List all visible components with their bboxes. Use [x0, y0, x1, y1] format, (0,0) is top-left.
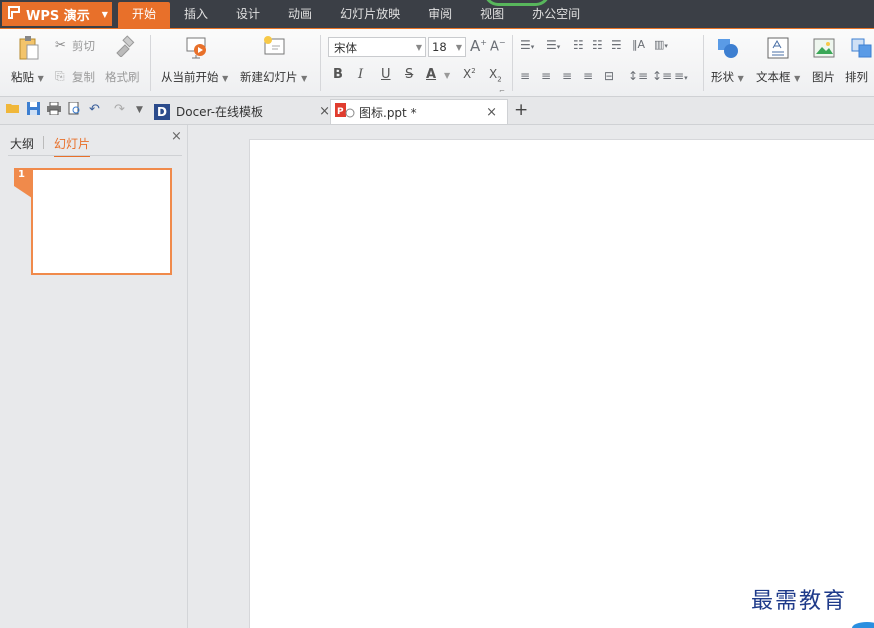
arrange-icon [851, 37, 873, 62]
wps-menu-button[interactable]: WPS 演示 ▼ [2, 2, 112, 26]
save-icon[interactable] [27, 102, 40, 119]
divider [320, 35, 321, 91]
chevron-down-icon[interactable]: ▼ [444, 71, 450, 80]
tab-design[interactable]: 设计 [222, 0, 274, 29]
shape-button[interactable]: 形状 ▼ [711, 69, 744, 85]
close-icon[interactable]: × [486, 105, 497, 120]
chevron-down-icon: ▼ [101, 9, 108, 19]
distribute-icon[interactable]: ⊟ [604, 69, 614, 83]
divider [8, 155, 182, 156]
editor-area [189, 125, 874, 628]
divider [703, 35, 704, 91]
menu-tabs: 开始 插入 设计 动画 幻灯片放映 审阅 视图 办公空间 [118, 0, 594, 29]
divider [512, 35, 513, 91]
tab-view[interactable]: 视图 [466, 0, 518, 29]
align-right-icon[interactable]: ≡ [562, 69, 572, 83]
menu-bar: WPS 演示 ▼ 开始 插入 设计 动画 幻灯片放映 审阅 视图 办公空间 [0, 0, 874, 29]
decorative-corner [852, 622, 874, 628]
svg-text:P: P [337, 107, 344, 117]
justify-icon[interactable]: ≡ [583, 69, 593, 83]
customize-toolbar-icon[interactable]: ▼ [136, 105, 143, 115]
close-panel-icon[interactable]: × [171, 129, 182, 144]
print-icon[interactable] [47, 101, 61, 119]
paste-button[interactable]: 粘贴 ▼ [11, 69, 44, 85]
superscript-icon[interactable]: X2 [463, 67, 476, 81]
scissors-icon: ✂ [55, 38, 66, 53]
format-painter-icon [113, 35, 135, 60]
line-spacing-dropdown-icon[interactable]: ≡▾ [674, 69, 688, 83]
brand-label: WPS 演示 [26, 8, 90, 24]
table-icon[interactable]: ▥▾ [654, 38, 668, 51]
tab-slideshow[interactable]: 幻灯片放映 [326, 0, 414, 29]
tab-docer-templates[interactable]: D Docer-在线模板 × [150, 99, 330, 124]
align-left-icon[interactable]: ≡ [520, 69, 530, 83]
format-painter-button[interactable]: 格式刷 [105, 69, 140, 85]
bold-icon[interactable]: B [333, 67, 343, 82]
picture-button[interactable]: 图片 [812, 69, 835, 85]
textbox-button[interactable]: 文本框 ▼ [756, 69, 800, 85]
bullet-list-icon[interactable]: ☰▾ [520, 38, 534, 52]
italic-icon[interactable]: I [358, 67, 363, 82]
slide-number-badge: 1 [14, 168, 32, 198]
text-direction-icon[interactable]: ☴ [611, 38, 622, 52]
strikethrough-icon[interactable]: S [405, 67, 413, 82]
undo-icon[interactable]: ↶ [89, 102, 100, 117]
copy-icon: ⎘ [55, 69, 65, 83]
open-folder-icon[interactable] [6, 102, 20, 118]
font-size-select[interactable]: 18 ▼ [428, 37, 466, 57]
tab-insert[interactable]: 插入 [170, 0, 222, 29]
new-slide-button[interactable]: 新建幻灯片 ▼ [240, 69, 307, 85]
increase-indent-icon[interactable]: ☷ [592, 38, 603, 52]
cut-button[interactable]: 剪切 [72, 38, 95, 54]
shape-icon [716, 37, 740, 62]
chevron-down-icon: ▼ [455, 43, 462, 52]
font-name-select[interactable]: 宋体 ▼ [328, 37, 426, 57]
paragraph-spacing-icon[interactable]: ↕≡ [652, 69, 672, 83]
tab-document-label: 图标.ppt * [359, 105, 417, 120]
columns-icon[interactable]: ‖A [632, 38, 645, 51]
chevron-down-icon: ▼ [415, 43, 422, 52]
shrink-font-icon[interactable]: A− [490, 38, 506, 54]
close-icon[interactable]: × [319, 104, 330, 119]
dialog-launcher-icon[interactable]: ⌐ [499, 87, 505, 95]
divider [150, 35, 151, 91]
watermark: 最需教育 [751, 589, 848, 614]
redo-icon[interactable]: ↷ [114, 102, 125, 117]
divider [43, 136, 44, 149]
wps-logo-icon [8, 5, 20, 23]
quick-access-bar: ↶ ↷ ▼ D Docer-在线模板 × P 图标.ppt * × + [0, 97, 874, 125]
subscript-icon[interactable]: X2 [489, 67, 502, 83]
ribbon-toolbar: 粘贴 ▼ ✂ 剪切 ⎘ 复制 格式刷 从当前开始 ▼ 新建幻灯片 ▼ 宋体 ▼ 1… [0, 29, 874, 97]
grow-font-icon[interactable]: A+ [470, 37, 487, 55]
slide-thumbnail[interactable] [31, 168, 172, 275]
tab-review[interactable]: 审阅 [414, 0, 466, 29]
tab-slides[interactable]: 幻灯片 [54, 135, 91, 157]
add-tab-button[interactable]: + [514, 100, 528, 120]
play-from-current-button[interactable]: 从当前开始 ▼ [161, 69, 228, 85]
arrange-button[interactable]: 排列 [845, 69, 868, 85]
print-preview-icon[interactable] [68, 101, 81, 119]
decrease-indent-icon[interactable]: ☷ [573, 38, 584, 52]
tab-document[interactable]: P 图标.ppt * × [330, 99, 508, 124]
docer-icon: D [154, 103, 170, 120]
new-slide-icon [262, 35, 286, 60]
tab-outline[interactable]: 大纲 [10, 135, 34, 152]
align-center-icon[interactable]: ≡ [541, 69, 551, 83]
slides-panel: 大纲 幻灯片 × 1 [0, 125, 188, 628]
font-color-icon[interactable]: A [426, 67, 436, 82]
underline-icon[interactable]: U [381, 67, 391, 82]
line-spacing-icon[interactable]: ↕≡ [628, 69, 648, 83]
tab-office-space[interactable]: 办公空间 [518, 0, 594, 29]
play-from-current-icon [185, 35, 209, 62]
numbered-list-icon[interactable]: ☰▾ [546, 38, 560, 52]
picture-icon [813, 37, 835, 62]
tab-animation[interactable]: 动画 [274, 0, 326, 29]
ppt-file-icon: P [335, 103, 355, 121]
tab-docer-label: Docer-在线模板 [176, 105, 264, 119]
textbox-icon [767, 37, 789, 62]
slide-canvas[interactable] [249, 139, 874, 628]
paste-icon[interactable] [18, 35, 40, 64]
tab-home[interactable]: 开始 [118, 2, 171, 29]
copy-button[interactable]: 复制 [72, 69, 95, 85]
